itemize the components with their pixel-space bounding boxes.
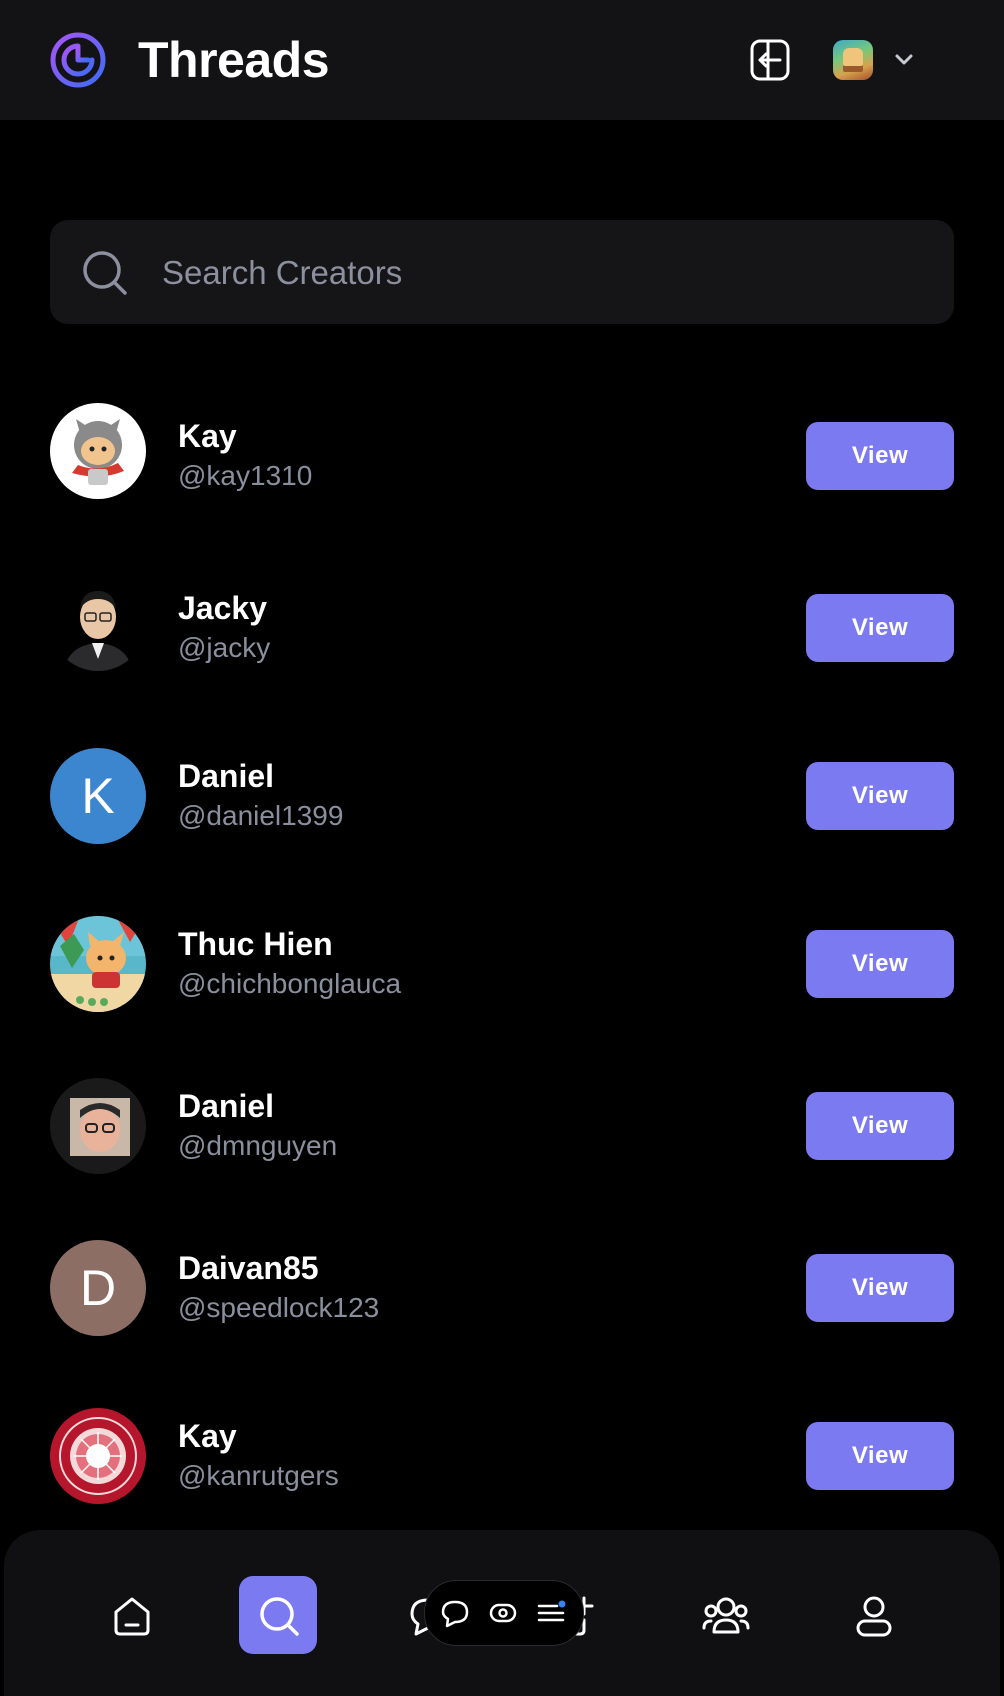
creator-avatar[interactable] [50, 1408, 146, 1504]
creator-row: Daniel @dmnguyen View [0, 1070, 1004, 1180]
creator-avatar[interactable] [50, 916, 146, 1012]
creator-handle: @kay1310 [178, 460, 313, 491]
creator-handle: @kanrutgers [178, 1460, 339, 1491]
creator-avatar[interactable] [50, 1078, 146, 1174]
view-button[interactable]: View [806, 1422, 954, 1490]
creator-avatar[interactable] [50, 575, 146, 671]
logout-icon[interactable] [746, 36, 794, 84]
view-button[interactable]: View [806, 422, 954, 490]
chevron-down-icon[interactable] [893, 50, 915, 70]
user-avatar[interactable] [833, 40, 873, 80]
creator-name: Daniel [178, 758, 275, 794]
floating-toolbar [424, 1580, 584, 1646]
search-icon[interactable] [239, 1576, 317, 1654]
view-button[interactable]: View [806, 762, 954, 830]
view-button[interactable]: View [806, 1092, 954, 1160]
threads-logo-icon[interactable] [48, 30, 108, 90]
home-icon[interactable] [92, 1576, 170, 1654]
creator-handle: @dmnguyen [178, 1130, 338, 1161]
creator-row: Thuc Hien @chichbonglauca View [0, 908, 1004, 1018]
view-button[interactable]: View [806, 594, 954, 662]
creator-name: Jacky [178, 590, 267, 626]
creator-handle: @daniel1399 [178, 800, 344, 831]
community-icon[interactable] [684, 1576, 762, 1654]
creator-avatar[interactable] [50, 403, 146, 499]
creator-avatar[interactable]: K [50, 748, 146, 844]
creator-row: Kay @kanrutgers View [0, 1400, 1004, 1510]
creator-handle: @chichbonglauca [178, 968, 402, 999]
view-button[interactable]: View [806, 1254, 954, 1322]
search-bar[interactable] [50, 220, 954, 324]
eye-icon[interactable] [487, 1597, 519, 1629]
creator-name: Daniel [178, 1088, 275, 1124]
creator-name: Daivan85 [178, 1250, 319, 1286]
creator-avatar[interactable]: D [50, 1240, 146, 1336]
creator-row: Jacky @jacky View [0, 572, 1004, 682]
top-header: Threads [0, 0, 1004, 120]
avatar-letter: D [79, 1260, 117, 1316]
menu-icon[interactable] [535, 1597, 567, 1629]
creator-row: Kay @kay1310 View [0, 400, 1004, 510]
search-input[interactable] [160, 240, 924, 306]
creator-name: Kay [178, 418, 237, 454]
creator-handle: @speedlock123 [178, 1292, 380, 1323]
creator-row: K Daniel @daniel1399 View [0, 740, 1004, 850]
creator-handle: @jacky [178, 632, 271, 663]
view-button[interactable]: View [806, 930, 954, 998]
avatar-letter: K [81, 768, 115, 824]
creator-row: D Daivan85 @speedlock123 View [0, 1232, 1004, 1342]
chat-bubble-icon[interactable] [439, 1597, 471, 1629]
profile-icon[interactable] [834, 1576, 912, 1654]
creator-name: Thuc Hien [178, 926, 333, 962]
search-icon [82, 250, 128, 296]
creator-name: Kay [178, 1418, 237, 1454]
app-window: Threads Search Creators Kay @kay1310 Vie… [0, 0, 1004, 1696]
app-title: Threads [138, 32, 330, 88]
